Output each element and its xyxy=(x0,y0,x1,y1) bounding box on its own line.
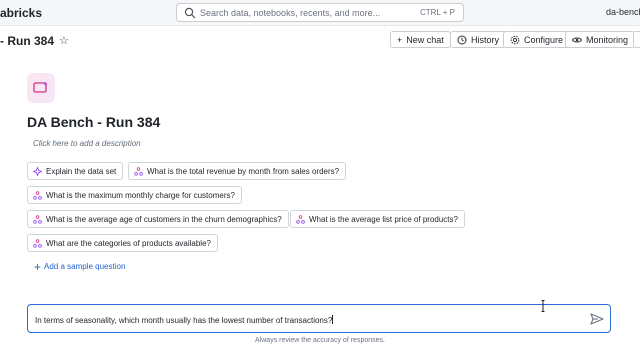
search-placeholder: Search data, notebooks, recents, and mor… xyxy=(200,8,381,18)
description-placeholder[interactable]: Click here to add a description xyxy=(33,139,141,148)
top-bar: abricks Search data, notebooks, recents,… xyxy=(0,0,640,26)
gear-icon xyxy=(510,35,520,44)
space-title: DA Bench - Run 384 xyxy=(27,114,161,130)
history-button[interactable]: History xyxy=(450,31,507,48)
workspace-switcher[interactable]: da-bench xyxy=(606,7,640,17)
brand-logo[interactable]: abricks xyxy=(0,6,42,20)
page-title: - Run 384 xyxy=(0,34,55,48)
search-icon xyxy=(184,7,196,19)
add-sample-label: Add a sample question xyxy=(44,262,126,271)
sample-question-chip[interactable]: What is the total revenue by month from … xyxy=(128,162,347,180)
text-cursor-icon xyxy=(541,300,545,312)
configure-button[interactable]: Configure xyxy=(503,31,571,48)
monitoring-button[interactable]: Monitoring xyxy=(565,31,636,48)
sample-question-label: What is the maximum monthly charge for c… xyxy=(46,190,235,200)
send-icon[interactable] xyxy=(590,313,604,325)
configure-label: Configure xyxy=(524,34,564,45)
star-icon[interactable]: ☆ xyxy=(59,34,69,47)
add-sample-question-link[interactable]: + Add a sample question xyxy=(34,259,126,274)
query-icon xyxy=(33,190,42,200)
eye-icon xyxy=(572,37,582,42)
disclaimer-text: Always review the accuracy of responses. xyxy=(255,337,385,344)
sample-question-label: What is the total revenue by month from … xyxy=(147,166,340,176)
plus-icon: + xyxy=(397,34,403,45)
query-icon xyxy=(33,238,42,248)
monitoring-label: Monitoring xyxy=(586,34,629,45)
sample-question-chip[interactable]: What are the categories of products avai… xyxy=(27,234,218,252)
sample-question-chip[interactable]: Explain the data set xyxy=(27,162,124,180)
query-icon xyxy=(296,214,305,224)
plus-icon: + xyxy=(34,259,42,274)
search-shortcut: CTRL + P xyxy=(419,8,455,17)
new-chat-label: New chat xyxy=(406,34,444,45)
sample-question-label: What is the average age of customers in … xyxy=(46,214,282,224)
chat-input[interactable]: In terms of seasonality, which month usu… xyxy=(27,304,611,333)
query-icon xyxy=(134,166,143,176)
sparkle-chat-icon xyxy=(27,73,55,103)
sparkle-icon xyxy=(33,166,42,176)
global-search[interactable]: Search data, notebooks, recents, and mor… xyxy=(176,3,464,22)
sample-question-chip[interactable]: What is the maximum monthly charge for c… xyxy=(27,186,242,204)
sample-question-label: What is the average list price of produc… xyxy=(309,214,458,224)
chat-input-text[interactable]: In terms of seasonality, which month usu… xyxy=(35,315,334,325)
query-icon xyxy=(33,214,42,224)
history-label: History xyxy=(471,34,500,45)
sample-question-chip[interactable]: What is the average age of customers in … xyxy=(27,210,289,228)
sample-question-chip[interactable]: What is the average list price of produc… xyxy=(290,210,465,228)
more-button[interactable] xyxy=(633,31,640,48)
history-icon xyxy=(457,35,467,44)
sample-question-label: What are the categories of products avai… xyxy=(46,238,211,248)
sample-question-label: Explain the data set xyxy=(46,166,117,176)
text-caret xyxy=(332,315,334,324)
new-chat-button[interactable]: + New chat xyxy=(390,31,451,48)
